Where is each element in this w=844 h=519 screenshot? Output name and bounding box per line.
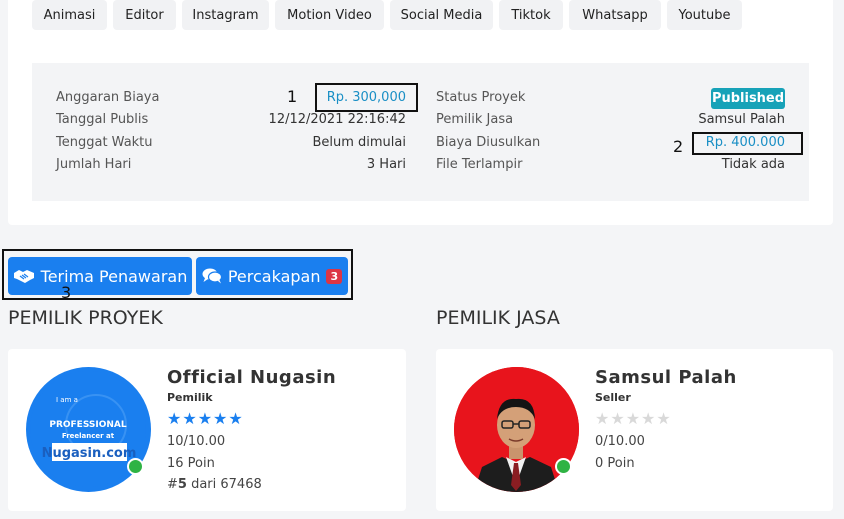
star-icon: ★ <box>656 409 672 428</box>
accept-offer-button[interactable]: Terima Penawaran <box>8 257 192 295</box>
project-owner-card: I am a PROFESSIONAL Freelancer at Nugasi… <box>8 349 406 511</box>
tag-youtube[interactable]: Youtube <box>667 0 742 30</box>
publish-date-label: Tanggal Publis <box>56 112 149 127</box>
star-icon: ★ <box>625 409 642 428</box>
star-icon: ★ <box>182 409 198 428</box>
marker-1: 1 <box>287 87 298 106</box>
star-icon: ★ <box>641 409 657 428</box>
tag-social-media[interactable]: Social Media <box>390 0 493 30</box>
attachment-label: File Terlampir <box>436 157 523 172</box>
star-icon: ★ <box>167 409 183 428</box>
star-icon: ★ <box>595 409 611 428</box>
tag-motion-video[interactable]: Motion Video <box>275 0 384 30</box>
online-indicator <box>555 458 572 475</box>
project-owner-rank: #5 dari 67468 <box>167 477 262 492</box>
highlight-box-1 <box>315 83 418 112</box>
project-owner-points: 16 Poin <box>167 456 215 471</box>
rank-suffix: dari 67468 <box>186 477 262 492</box>
project-owner-heading: PEMILIK PROYEK <box>8 307 163 329</box>
logo-small-text: I am a <box>56 396 78 404</box>
conversation-label: Percakapan <box>227 266 321 286</box>
proposed-cost-label: Biaya Diusulkan <box>436 135 541 150</box>
handshake-icon <box>13 270 34 283</box>
conversation-button[interactable]: Percakapan 3 <box>196 257 348 295</box>
service-owner-value: Samsul Palah <box>698 112 785 127</box>
rank-prefix: # <box>167 477 178 492</box>
deadline-value: Belum dimulai <box>312 135 406 150</box>
service-owner-card: Samsul Palah Seller ★★★★★ 0/10.00 0 Poin <box>436 349 833 511</box>
star-icon: ★ <box>228 409 244 428</box>
service-owner-heading: PEMILIK JASA <box>436 307 560 329</box>
tag-editor[interactable]: Editor <box>113 0 176 30</box>
project-owner-rating: 10/10.00 <box>167 434 226 449</box>
tag-instagram[interactable]: Instagram <box>182 0 269 30</box>
status-label: Status Proyek <box>436 90 526 105</box>
service-owner-role: Seller <box>595 391 631 404</box>
marker-3: 3 <box>61 283 72 302</box>
days-label: Jumlah Hari <box>56 157 132 172</box>
online-indicator <box>127 458 144 475</box>
attachment-value: Tidak ada <box>721 157 785 172</box>
service-owner-rating: 0/10.00 <box>595 434 645 449</box>
star-icon: ★ <box>213 409 229 428</box>
project-owner-role: Pemilik <box>167 391 213 404</box>
project-owner-stars: ★★★★★ <box>167 409 244 428</box>
tag-whatsapp[interactable]: Whatsapp <box>569 0 661 30</box>
star-icon: ★ <box>610 409 626 428</box>
tag-animasi[interactable]: Animasi <box>32 0 107 30</box>
service-owner-name[interactable]: Samsul Palah <box>595 367 737 388</box>
deadline-label: Tenggat Waktu <box>56 135 153 150</box>
publish-date-value: 12/12/2021 22:16:42 <box>268 112 406 127</box>
conversation-count-badge: 3 <box>326 268 343 284</box>
service-owner-points: 0 Poin <box>595 456 635 471</box>
star-icon: ★ <box>197 409 214 428</box>
marker-2: 2 <box>673 137 684 156</box>
project-owner-name[interactable]: Official Nugasin <box>167 367 336 388</box>
logo-line2: Freelancer at <box>62 432 115 440</box>
highlight-box-2 <box>692 132 803 155</box>
rank-number: 5 <box>177 477 187 492</box>
budget-label: Anggaran Biaya <box>56 90 160 105</box>
service-owner-label: Pemilik Jasa <box>436 112 514 127</box>
service-owner-stars: ★★★★★ <box>595 409 672 428</box>
status-badge: Published <box>711 88 785 109</box>
days-value: 3 Hari <box>366 157 406 172</box>
tag-tiktok[interactable]: Tiktok <box>499 0 563 30</box>
comments-icon <box>202 268 222 284</box>
logo-line1: PROFESSIONAL <box>49 420 127 430</box>
logo-brand: Nugasin.com <box>42 446 137 461</box>
